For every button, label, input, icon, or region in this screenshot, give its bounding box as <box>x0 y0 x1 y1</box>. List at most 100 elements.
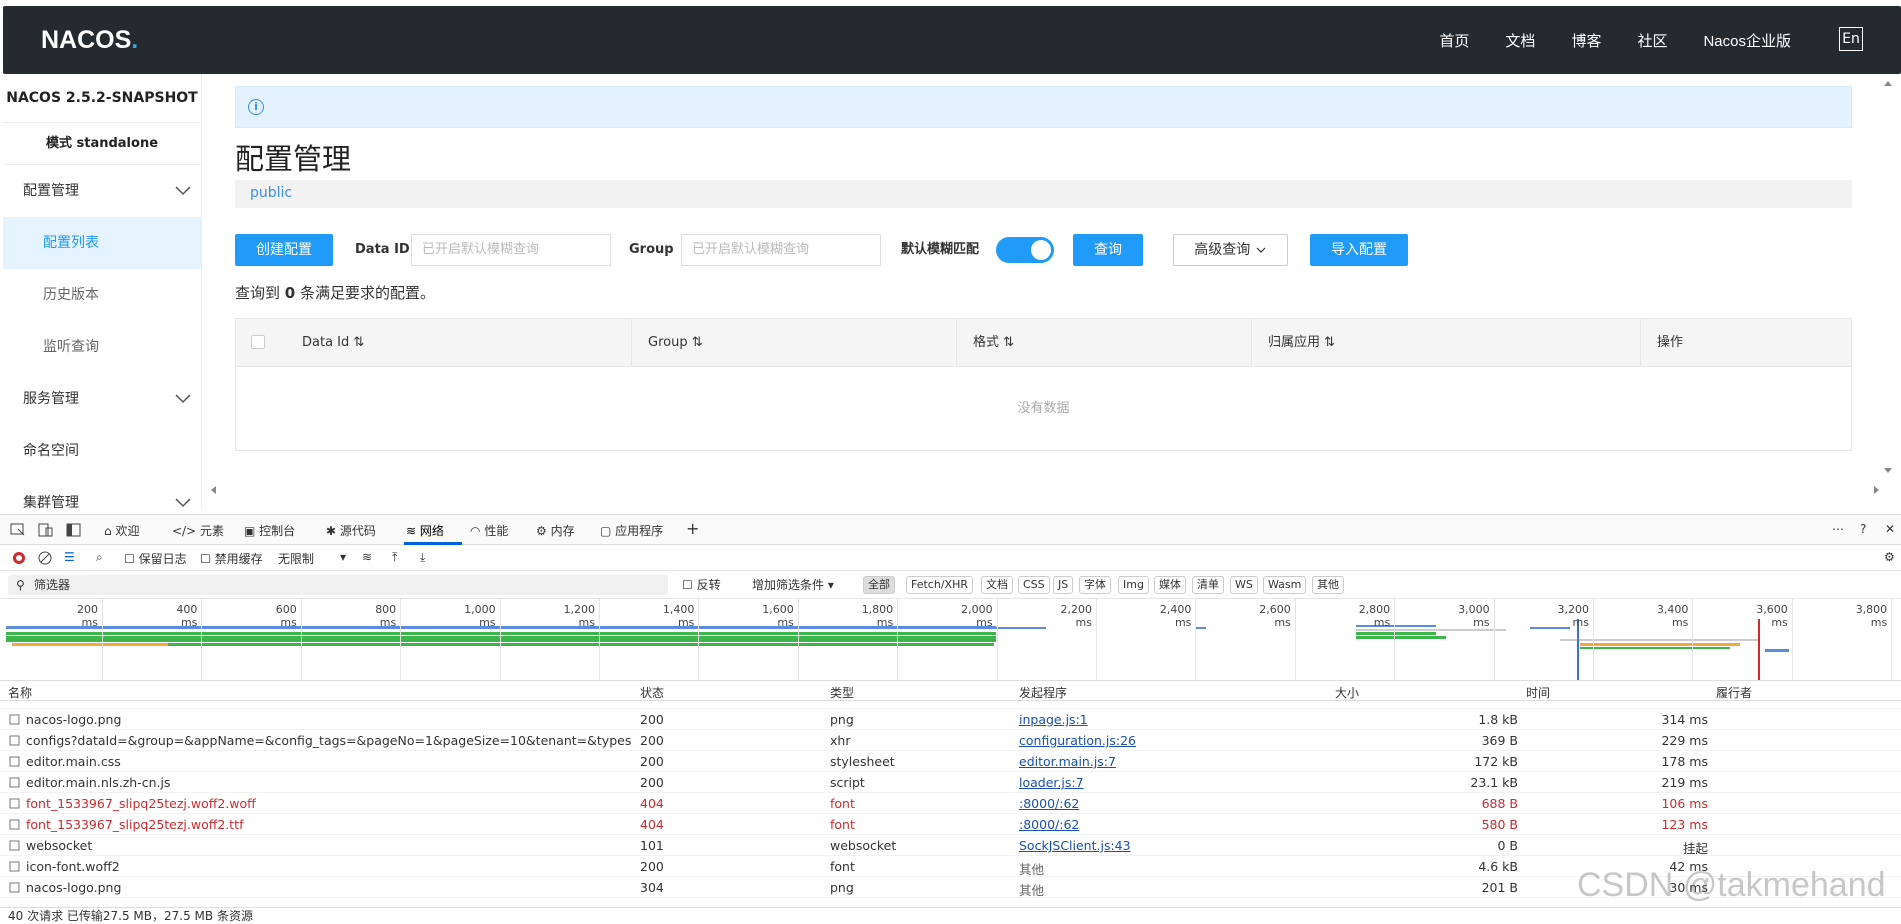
sidebar-item-listener[interactable]: 监听查询 <box>3 321 201 373</box>
dataid-input[interactable]: 已开启默认模糊查询 <box>411 234 611 266</box>
filter-media[interactable]: 媒体 <box>1154 576 1186 594</box>
filter-other[interactable]: 其他 <box>1312 576 1344 594</box>
preserve-log[interactable]: ☐ 保留日志 <box>124 550 187 567</box>
request-name[interactable]: font_1533967_slipq25tezj.woff2.woff <box>26 796 256 811</box>
filter-wasm[interactable]: Wasm <box>1263 576 1307 594</box>
filter-input[interactable]: ⚲ 筛选器 <box>8 575 668 595</box>
download-icon[interactable]: ⤓ <box>420 550 425 565</box>
clear-icon[interactable] <box>38 551 52 565</box>
dock-icon[interactable] <box>66 523 82 537</box>
inspect-icon[interactable] <box>10 523 26 537</box>
table-row[interactable]: editor.main.nls.zh-cn.js 200 script loader.… <box>0 772 1901 793</box>
request-name[interactable]: nacos-logo.png <box>26 880 121 895</box>
request-initiator[interactable]: loader.js:7 <box>1019 775 1084 790</box>
col-group[interactable]: Group ⇅ <box>632 319 957 367</box>
filter-all[interactable]: 全部 <box>863 576 895 594</box>
request-initiator[interactable]: SockJSClient.js:43 <box>1019 838 1131 853</box>
filter-fetch-xhr[interactable]: Fetch/XHR <box>906 576 973 594</box>
filter-img[interactable]: Img <box>1118 576 1149 594</box>
col-status[interactable]: 状态 <box>640 684 664 701</box>
vertical-scrollbar[interactable] <box>1883 78 1893 478</box>
network-conditions-icon[interactable]: ≋ <box>362 550 372 564</box>
record-icon[interactable] <box>12 551 26 565</box>
sidebar-item-config-management[interactable]: 配置管理 <box>3 165 201 217</box>
tab-memory[interactable]: ⚙ 内存 <box>536 522 575 539</box>
select-all-cell[interactable] <box>236 319 276 367</box>
more-filters-dropdown[interactable]: 增加筛选条件 ▾ <box>752 576 834 593</box>
table-row[interactable]: configs?dataId=&group=&appName=&config_t… <box>0 730 1901 751</box>
table-row[interactable]: websocket 101 websocket SockJSClient.js:43 0… <box>0 835 1901 856</box>
filter-font[interactable]: 字体 <box>1079 576 1111 594</box>
tab-elements[interactable]: </> 元素 <box>172 522 224 539</box>
select-all-checkbox[interactable] <box>251 335 265 349</box>
nav-blog[interactable]: 博客 <box>1571 30 1601 51</box>
more-icon[interactable]: ⋯ <box>1832 522 1844 536</box>
col-app[interactable]: 归属应用 ⇅ <box>1252 319 1641 367</box>
tab-console[interactable]: ▣ 控制台 <box>244 522 295 539</box>
close-icon[interactable]: ✕ <box>1885 522 1895 536</box>
request-name[interactable]: configs?dataId=&group=&appName=&config_t… <box>26 733 632 748</box>
sidebar-item-config-list[interactable]: 配置列表 <box>3 217 201 269</box>
create-config-button[interactable]: 创建配置 <box>235 234 333 266</box>
request-name[interactable]: font_1533967_slipq25tezj.woff2.ttf <box>26 817 244 832</box>
col-type[interactable]: 类型 <box>830 684 854 701</box>
table-row[interactable]: editor.main.css 200 stylesheet editor.main.… <box>0 751 1901 772</box>
horizontal-scrollbar[interactable] <box>210 484 1890 496</box>
request-initiator[interactable]: :8000/:62 <box>1019 817 1079 832</box>
col-format[interactable]: 格式 ⇅ <box>957 319 1252 367</box>
sort-icon[interactable]: ⇅ <box>1003 335 1014 350</box>
search-icon[interactable]: ⌕ <box>96 550 103 565</box>
request-initiator[interactable]: 其他 <box>1019 880 1044 899</box>
tab-sources[interactable]: ✱ 源代码 <box>326 522 376 539</box>
language-toggle[interactable]: En <box>1839 27 1863 51</box>
tab-performance[interactable]: ◠ 性能 <box>470 522 508 539</box>
upload-icon[interactable]: ⤒ <box>392 550 397 565</box>
col-initiator[interactable]: 发起程序 <box>1019 684 1067 701</box>
tab-network[interactable]: ≋ 网络 <box>406 522 444 539</box>
help-icon[interactable]: ? <box>1860 522 1866 536</box>
sidebar-item-service-management[interactable]: 服务管理 <box>3 373 201 425</box>
invert-checkbox[interactable]: ☐ 反转 <box>682 576 721 593</box>
advanced-query-button[interactable]: 高级查询 <box>1173 234 1288 266</box>
sort-icon[interactable]: ⇅ <box>692 335 703 350</box>
nav-home[interactable]: 首页 <box>1439 30 1469 51</box>
nav-community[interactable]: 社区 <box>1637 30 1667 51</box>
settings-icon[interactable]: ⚙ <box>1884 550 1895 564</box>
chevron-down-icon[interactable]: ▾ <box>340 550 346 564</box>
throttle-select[interactable]: 无限制 <box>278 550 314 567</box>
col-name[interactable]: 名称 <box>8 684 32 701</box>
col-dataid[interactable]: Data Id ⇅ <box>286 319 632 367</box>
namespace-public[interactable]: public <box>250 185 292 201</box>
group-input[interactable]: 已开启默认模糊查询 <box>681 234 881 266</box>
sort-icon[interactable]: ⇅ <box>1324 335 1335 350</box>
request-initiator[interactable]: :8000/:62 <box>1019 796 1079 811</box>
sort-icon[interactable]: ⇅ <box>353 335 364 350</box>
tab-application[interactable]: ▢ 应用程序 <box>600 522 663 539</box>
request-name[interactable]: websocket <box>26 838 92 853</box>
request-name[interactable]: editor.main.css <box>26 754 121 769</box>
request-name[interactable]: nacos-logo.png <box>26 712 121 727</box>
col-fulfilled-by[interactable]: 履行者 <box>1716 684 1752 701</box>
request-initiator[interactable]: inpage.js:1 <box>1019 712 1088 727</box>
fuzzy-match-toggle[interactable] <box>996 237 1054 263</box>
query-button[interactable]: 查询 <box>1073 234 1143 266</box>
device-icon[interactable] <box>38 523 54 537</box>
request-initiator[interactable]: 其他 <box>1019 859 1044 878</box>
table-row[interactable]: font_1533967_slipq25tezj.woff2.ttf 404 fon… <box>0 814 1901 835</box>
request-initiator[interactable]: configuration.js:26 <box>1019 733 1136 748</box>
sidebar-item-namespace[interactable]: 命名空间 <box>3 425 201 477</box>
sidebar-item-history[interactable]: 历史版本 <box>3 269 201 321</box>
nacos-logo[interactable]: NACOS. <box>41 26 138 55</box>
import-config-button[interactable]: 导入配置 <box>1310 234 1408 266</box>
table-row[interactable]: font_1533967_slipq25tezj.woff2.woff 404 fo… <box>0 793 1901 814</box>
filter-js[interactable]: JS <box>1053 576 1074 594</box>
table-row[interactable]: nacos-logo.png 200 png inpage.js:1 1.8 kB 314… <box>0 709 1901 730</box>
col-size[interactable]: 大小 <box>1335 684 1359 701</box>
col-time[interactable]: 时间 <box>1526 684 1550 701</box>
nav-docs[interactable]: 文档 <box>1505 30 1535 51</box>
filter-css[interactable]: CSS <box>1018 576 1050 594</box>
filter-manifest[interactable]: 清单 <box>1192 576 1224 594</box>
disable-cache[interactable]: ☐ 禁用缓存 <box>200 550 263 567</box>
request-name[interactable]: icon-font.woff2 <box>26 859 120 874</box>
filter-ws[interactable]: WS <box>1230 576 1258 594</box>
